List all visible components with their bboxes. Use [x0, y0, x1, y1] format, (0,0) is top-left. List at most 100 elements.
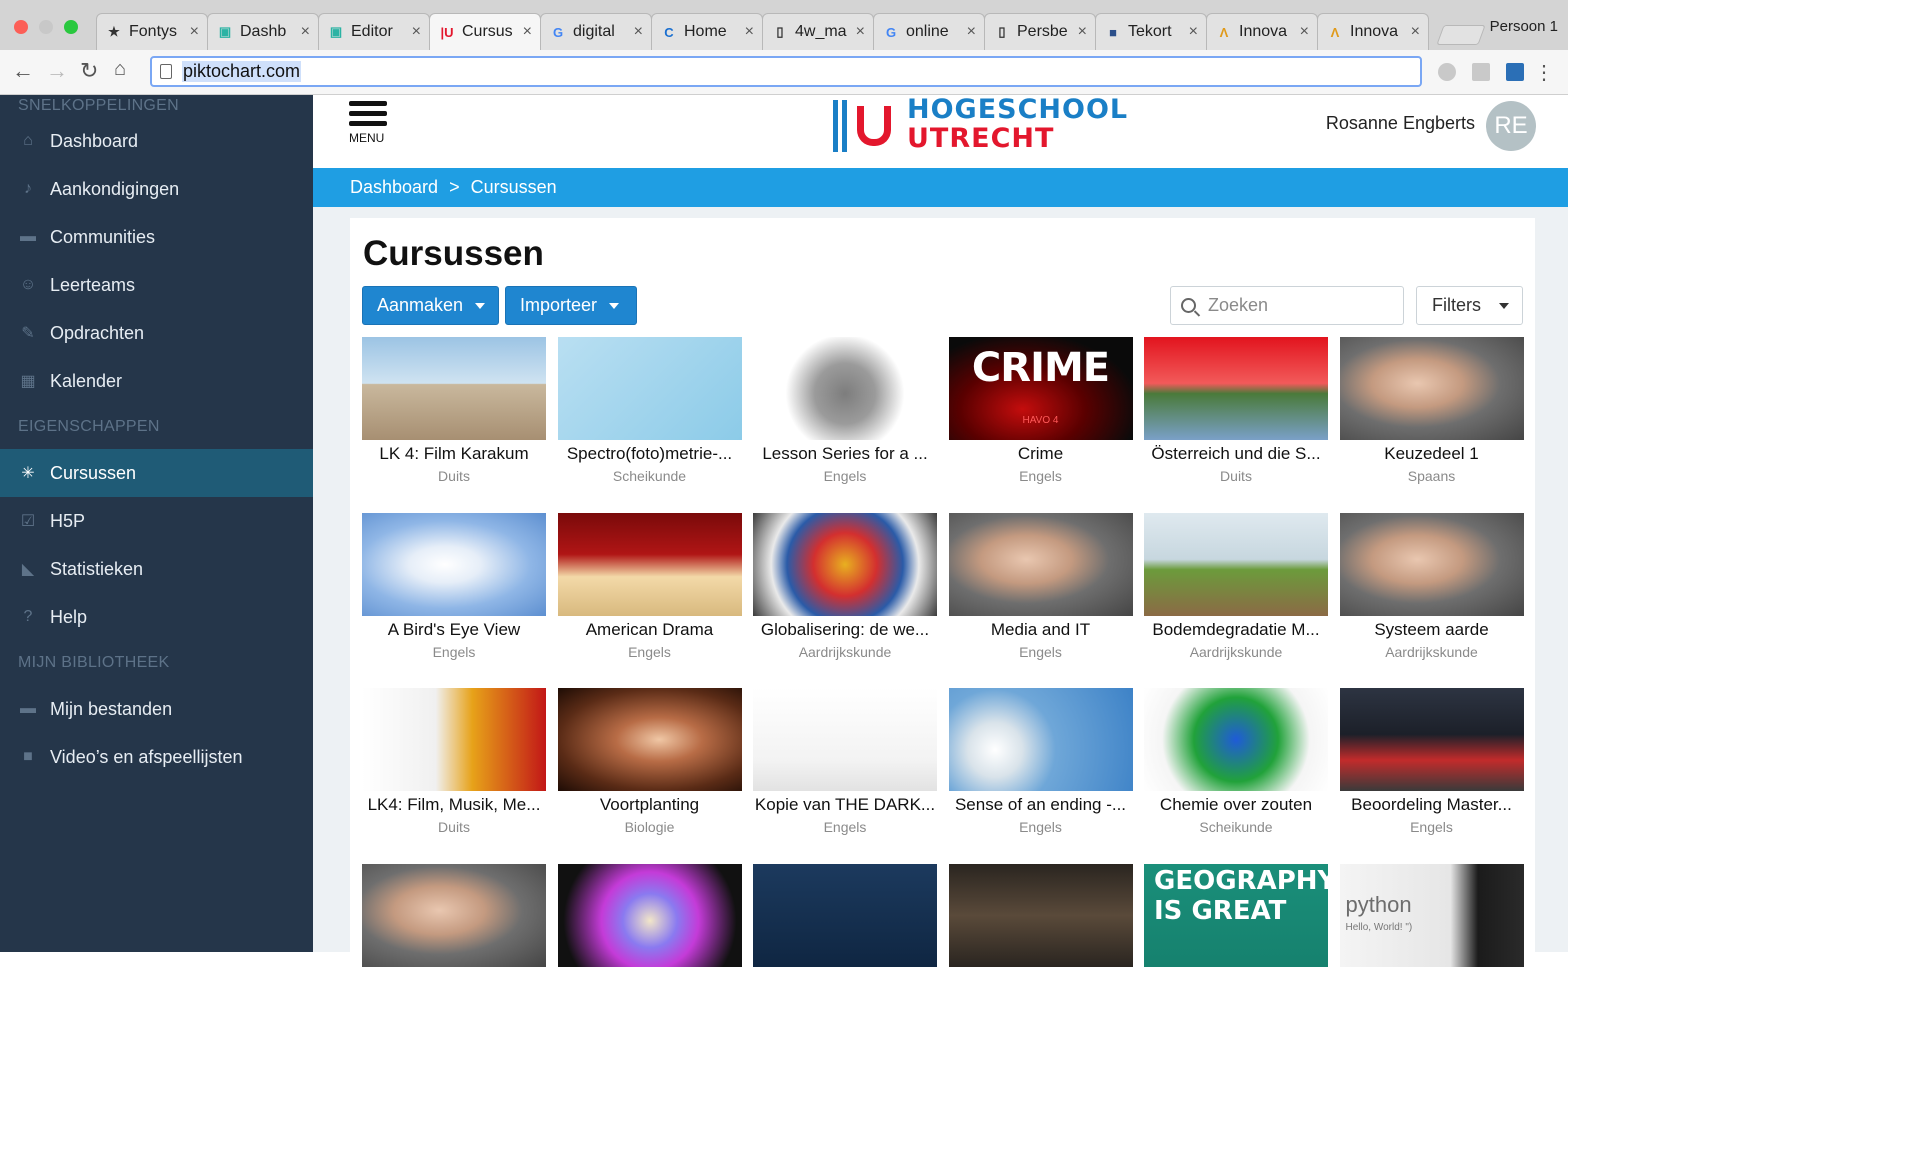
course-title[interactable]: Systeem aarde — [1340, 620, 1524, 640]
user-name[interactable]: Rosanne Engberts — [1326, 113, 1475, 134]
close-tab-icon[interactable]: × — [967, 23, 976, 41]
course-title[interactable]: Sense of an ending -... — [949, 795, 1133, 815]
window-close-button[interactable] — [14, 20, 28, 34]
drive-extension-icon[interactable] — [1472, 63, 1490, 81]
course-title[interactable]: Lesson Series for a ... — [753, 444, 937, 464]
sidebar-item-kalender[interactable]: ▦ Kalender — [0, 357, 313, 405]
course-card[interactable]: Globalisering: de we... Aardrijkskunde — [753, 512, 937, 660]
course-card[interactable]: Österreich und die S... Duits — [1144, 337, 1328, 484]
skype-extension-icon[interactable] — [1438, 63, 1456, 81]
filters-dropdown[interactable]: Filters — [1416, 286, 1523, 325]
home-button[interactable]: ⌂ — [114, 58, 126, 81]
course-thumbnail[interactable] — [948, 863, 1133, 967]
course-card[interactable] — [753, 863, 937, 967]
course-title[interactable]: Keuzedeel 1 — [1340, 444, 1524, 464]
close-tab-icon[interactable]: × — [634, 23, 643, 41]
course-card[interactable]: A Bird's Eye View Engels — [362, 512, 546, 660]
course-thumbnail[interactable]: python Hello, World! ") — [1339, 863, 1524, 967]
close-tab-icon[interactable]: × — [1411, 23, 1420, 41]
course-title[interactable]: Media and IT — [949, 620, 1133, 640]
browser-profile[interactable]: Persoon 1 — [1490, 18, 1558, 35]
import-button[interactable]: Importeer — [505, 286, 637, 325]
course-card[interactable]: Voortplanting Biologie — [557, 688, 742, 835]
sidebar-item-opdrachten[interactable]: ✎ Opdrachten — [0, 309, 313, 357]
close-tab-icon[interactable]: × — [1189, 23, 1198, 41]
close-tab-icon[interactable]: × — [190, 23, 199, 41]
course-thumbnail[interactable] — [1339, 512, 1524, 616]
course-thumbnail[interactable] — [557, 688, 742, 791]
course-card[interactable]: Keuzedeel 1 Spaans — [1339, 337, 1524, 484]
course-title[interactable]: Bodemdegradatie M... — [1144, 620, 1328, 640]
close-tab-icon[interactable]: × — [745, 23, 754, 41]
close-tab-icon[interactable]: × — [523, 23, 532, 41]
course-card[interactable]: Media and IT Engels — [948, 512, 1133, 660]
course-thumbnail[interactable] — [557, 863, 742, 967]
course-card[interactable]: Systeem aarde Aardrijkskunde — [1339, 512, 1524, 660]
news-extension-icon[interactable] — [1506, 63, 1524, 81]
course-card[interactable] — [948, 863, 1133, 967]
course-title[interactable]: Crime — [949, 444, 1133, 464]
course-title[interactable]: LK 4: Film Karakum — [362, 444, 546, 464]
sidebar-item-mijn-bestanden[interactable]: ▬ Mijn bestanden — [0, 685, 313, 733]
course-thumbnail[interactable] — [948, 512, 1133, 616]
course-thumbnail[interactable] — [362, 688, 546, 791]
course-thumbnail[interactable] — [753, 688, 937, 791]
back-button[interactable]: ← — [12, 58, 34, 84]
address-bar[interactable]: piktochart.com — [150, 56, 1422, 87]
avatar[interactable]: RE — [1486, 101, 1536, 151]
close-tab-icon[interactable]: × — [1078, 23, 1087, 41]
course-thumbnail[interactable] — [557, 337, 742, 440]
window-minimize-button[interactable] — [39, 20, 53, 34]
course-title[interactable]: Voortplanting — [558, 795, 742, 815]
course-card[interactable]: CRIME HAVO 4 Crime Engels — [948, 337, 1133, 484]
course-thumbnail[interactable] — [753, 337, 937, 440]
browser-tab[interactable]: C Home × — [651, 13, 763, 50]
course-card[interactable] — [557, 863, 742, 967]
course-thumbnail[interactable]: GEOGRAPHY IS GREAT — [1144, 863, 1328, 967]
search-input[interactable] — [1208, 295, 1378, 316]
course-title[interactable]: LK4: Film, Musik, Me... — [362, 795, 546, 815]
new-tab-button[interactable] — [1436, 25, 1486, 45]
browser-tab[interactable]: ▯ 4w_ma × — [762, 13, 874, 50]
hu-logo[interactable]: HOGESCHOOL UTRECHT — [833, 95, 1128, 153]
sidebar-item-communities[interactable]: ▬ Communities — [0, 213, 313, 261]
sidebar-item-h5p[interactable]: ☑ H5P — [0, 497, 313, 545]
course-card[interactable]: Beoordeling Master... Engels — [1339, 688, 1524, 835]
course-title[interactable]: A Bird's Eye View — [362, 620, 546, 640]
browser-tab[interactable]: ▯ Persbe × — [984, 13, 1096, 50]
course-thumbnail[interactable] — [753, 512, 937, 616]
breadcrumb-item-dashboard[interactable]: Dashboard — [350, 177, 438, 198]
course-card[interactable]: LK4: Film, Musik, Me... Duits — [362, 688, 546, 835]
page-info-icon[interactable] — [160, 64, 172, 79]
course-thumbnail[interactable] — [1144, 512, 1328, 616]
course-card[interactable]: Chemie over zouten Scheikunde — [1144, 688, 1328, 835]
course-card[interactable]: python Hello, World! ") — [1339, 863, 1524, 967]
course-thumbnail[interactable] — [362, 863, 546, 967]
create-button[interactable]: Aanmaken — [362, 286, 499, 325]
course-card[interactable]: Bodemdegradatie M... Aardrijkskunde — [1144, 512, 1328, 660]
browser-tab[interactable]: ▣ Editor × — [318, 13, 430, 50]
menu-button[interactable]: MENU — [349, 101, 389, 145]
course-title[interactable]: Kopie van THE DARK... — [753, 795, 937, 815]
close-tab-icon[interactable]: × — [412, 23, 421, 41]
course-thumbnail[interactable] — [1339, 337, 1524, 440]
browser-menu-icon[interactable]: ⋮ — [1534, 60, 1554, 85]
course-card[interactable] — [362, 863, 546, 967]
course-card[interactable]: GEOGRAPHY IS GREAT — [1144, 863, 1328, 967]
course-title[interactable]: Spectro(foto)metrie-... — [558, 444, 742, 464]
course-thumbnail[interactable] — [1144, 337, 1328, 440]
course-thumbnail[interactable] — [753, 863, 937, 967]
close-tab-icon[interactable]: × — [1300, 23, 1309, 41]
course-card[interactable]: Kopie van THE DARK... Engels — [753, 688, 937, 835]
browser-tab[interactable]: ■ Tekort × — [1095, 13, 1207, 50]
browser-tab[interactable]: Gonline × — [873, 13, 985, 50]
browser-tab[interactable]: Λ Innova × — [1206, 13, 1318, 50]
sidebar-item-cursussen[interactable]: ✳ Cursussen — [0, 449, 313, 497]
course-card[interactable]: Lesson Series for a ... Engels — [753, 337, 937, 484]
sidebar-item-statistieken[interactable]: ◣ Statistieken — [0, 545, 313, 593]
sidebar-item-aankondigingen[interactable]: ♪ Aankondigingen — [0, 165, 313, 213]
course-thumbnail[interactable]: CRIME HAVO 4 — [948, 337, 1133, 440]
window-zoom-button[interactable] — [64, 20, 78, 34]
browser-tab[interactable]: ▣ Dashb × — [207, 13, 319, 50]
sidebar-item-help[interactable]: ? Help — [0, 593, 313, 641]
